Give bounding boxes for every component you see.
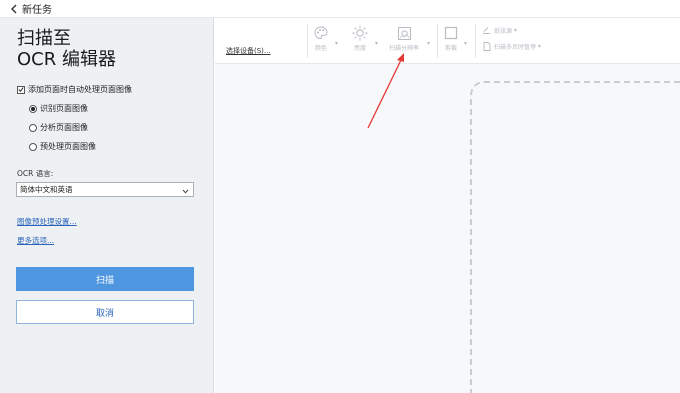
annotation-arrow-icon xyxy=(367,53,404,129)
